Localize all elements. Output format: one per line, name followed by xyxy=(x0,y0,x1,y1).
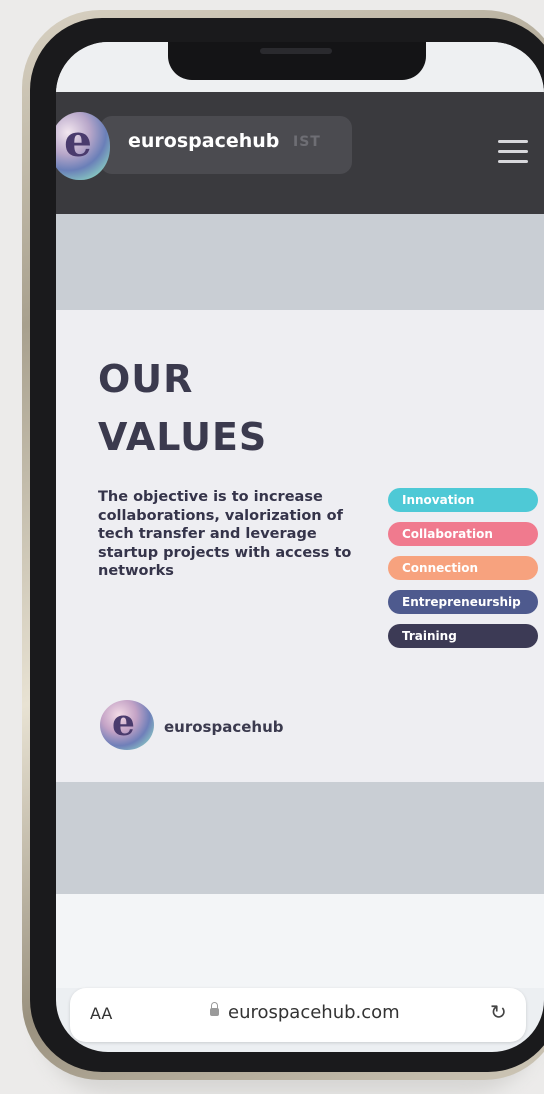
lock-icon xyxy=(210,1002,219,1016)
menu-line xyxy=(498,150,528,153)
hero-top-band xyxy=(56,214,544,310)
tag-collaboration: Collaboration xyxy=(388,522,538,546)
browser-address-bar[interactable]: AA eurospacehub.com ↻ xyxy=(70,988,526,1042)
title-line-2: VALUES xyxy=(98,415,268,459)
tag-training: Training xyxy=(388,624,538,648)
brand-logo-icon[interactable]: e xyxy=(56,112,110,180)
objective-text: The objective is to increase collaborati… xyxy=(98,489,352,580)
menu-line xyxy=(498,140,528,143)
footer-brand-name: eurospacehub xyxy=(164,718,284,736)
earpiece-speaker xyxy=(260,48,332,54)
tag-connection: Connection xyxy=(388,556,538,580)
hamburger-icon[interactable] xyxy=(498,140,528,166)
phone-screen: e eurospacehub IST OUR VALUES The object… xyxy=(56,42,544,1052)
tag-entrepreneurship: Entrepreneurship xyxy=(388,590,538,614)
url-text[interactable]: eurospacehub.com xyxy=(228,1002,400,1023)
title-line-1: OUR xyxy=(98,357,194,401)
page-bottom-area xyxy=(56,894,544,988)
logo-letter: e xyxy=(64,116,92,167)
reload-icon[interactable]: ↻ xyxy=(490,1000,507,1024)
site-header: e eurospacehub IST xyxy=(56,92,544,214)
values-tag-list: Innovation Collaboration Connection Entr… xyxy=(388,488,538,658)
footer-logo-icon: e xyxy=(100,700,154,750)
notch xyxy=(168,42,426,80)
menu-line xyxy=(498,160,528,163)
section-title: OUR VALUES xyxy=(98,350,267,466)
hero-bottom-band xyxy=(56,782,544,894)
logo-letter: e xyxy=(112,702,135,744)
brand-ghost-text: IST xyxy=(293,134,321,150)
tag-innovation: Innovation xyxy=(388,488,538,512)
text-size-button[interactable]: AA xyxy=(90,1004,112,1023)
brand-name[interactable]: eurospacehub xyxy=(128,130,279,152)
values-section: OUR VALUES The objective is to increase … xyxy=(56,310,544,782)
